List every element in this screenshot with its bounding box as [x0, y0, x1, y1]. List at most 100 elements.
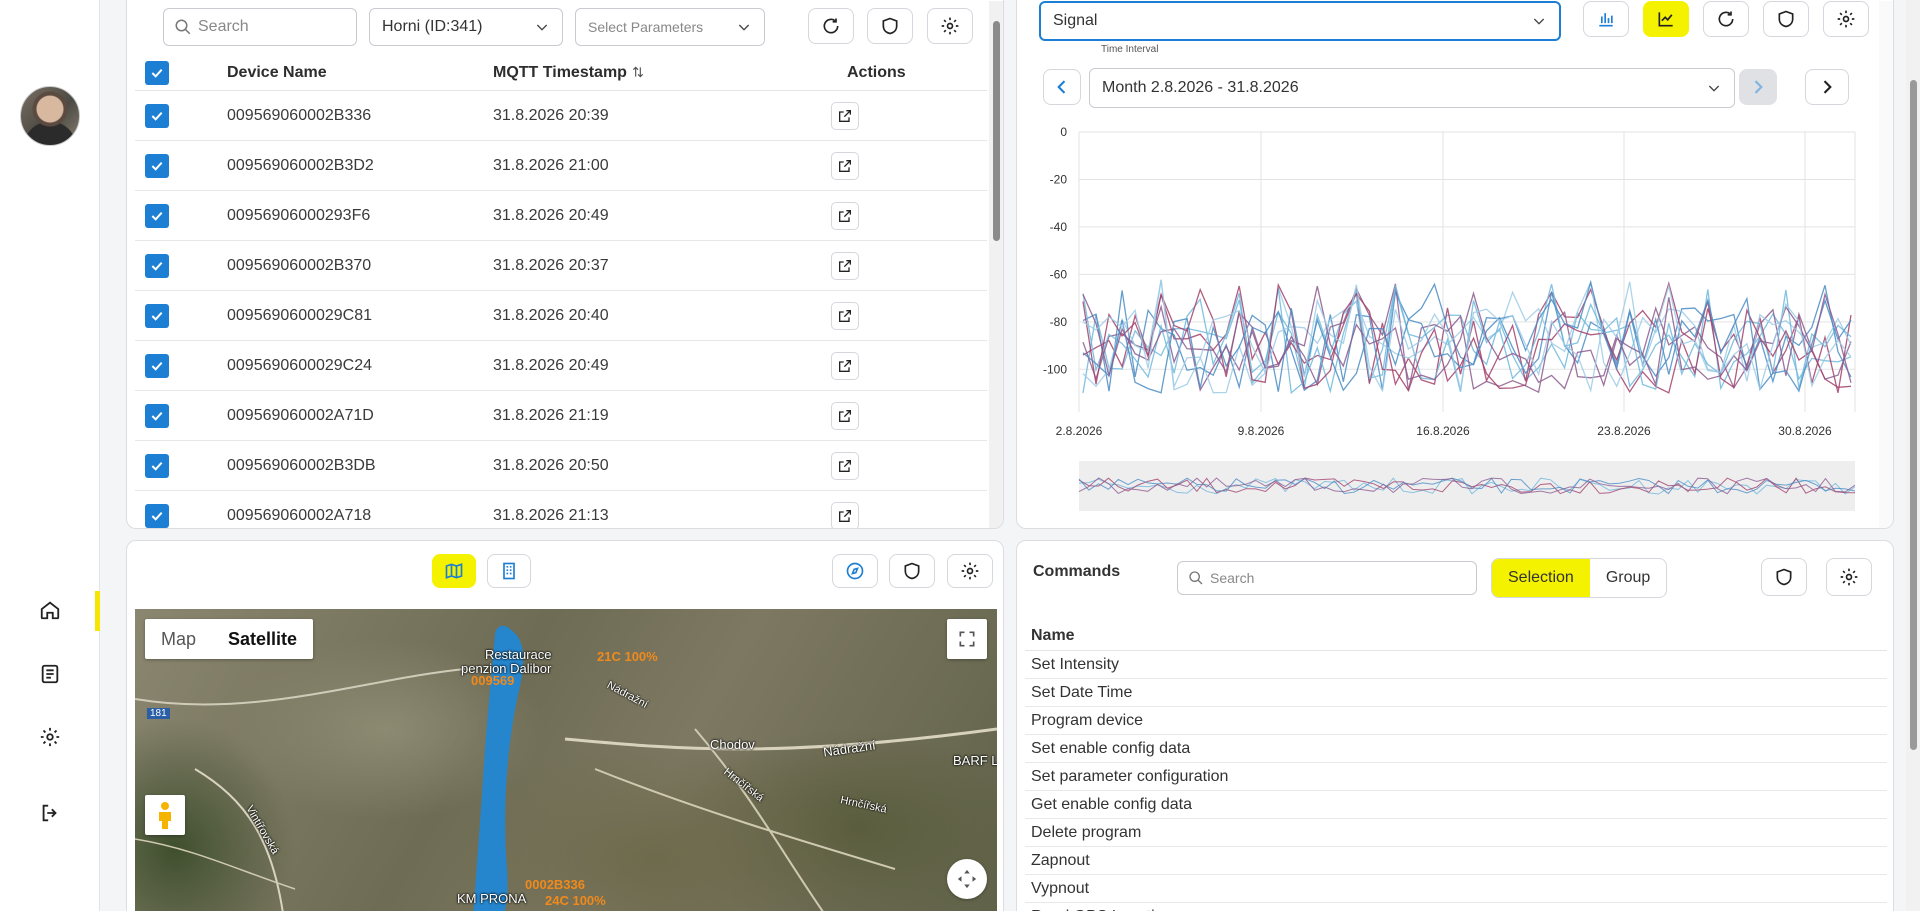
- shield-icon: [882, 17, 898, 35]
- open-device-button[interactable]: [831, 501, 859, 528]
- document-list-icon[interactable]: [36, 660, 64, 688]
- command-item[interactable]: Program device: [1025, 707, 1887, 735]
- open-device-button[interactable]: [831, 401, 859, 430]
- commands-search-placeholder: Search: [1210, 570, 1255, 586]
- y-tick-label: 0: [1060, 125, 1067, 139]
- satellite-map[interactable]: Map Satellite 181 Chodov Nádražní Nádraž…: [135, 609, 997, 911]
- table-row[interactable]: 009569060002B370 31.8.2026 20:37: [135, 241, 987, 291]
- command-item[interactable]: Delete program: [1025, 819, 1887, 847]
- shield-button[interactable]: [889, 554, 935, 588]
- open-device-button[interactable]: [831, 301, 859, 330]
- active-nav-indicator: [95, 591, 100, 631]
- gear-icon[interactable]: [36, 723, 64, 751]
- table-row[interactable]: 009569060002B3D2 31.8.2026 21:00: [135, 141, 987, 191]
- external-link-icon: [839, 209, 851, 222]
- settings-button[interactable]: [1826, 558, 1872, 596]
- column-device-name[interactable]: Device Name: [227, 64, 327, 82]
- satellite-tab[interactable]: Satellite: [212, 619, 313, 659]
- search-icon: [1189, 571, 1203, 585]
- row-checkbox[interactable]: [145, 303, 169, 328]
- check-icon: [151, 211, 163, 221]
- timestamp-cell: 31.8.2026 20:40: [493, 306, 609, 324]
- device-name-cell: 00956906000293F6: [227, 206, 371, 224]
- open-device-button[interactable]: [831, 351, 859, 380]
- column-mqtt-timestamp[interactable]: MQTT Timestamp: [493, 64, 645, 82]
- devices-scrollbar[interactable]: [989, 1, 1003, 528]
- timestamp-cell: 31.8.2026 21:19: [493, 406, 609, 424]
- map-tab[interactable]: Map: [145, 619, 212, 659]
- location-select[interactable]: Horni (ID:341): [369, 8, 563, 46]
- x-tick-label: 9.8.2026: [1238, 424, 1285, 438]
- chart-panel-scrollbar[interactable]: [1879, 1, 1893, 528]
- row-checkbox[interactable]: [145, 253, 169, 278]
- command-item[interactable]: Set Intensity: [1025, 651, 1887, 679]
- building-icon: [503, 562, 515, 580]
- table-row[interactable]: 0095690600029C24 31.8.2026 20:49: [135, 341, 987, 391]
- commands-search-input[interactable]: Search: [1177, 561, 1477, 595]
- row-checkbox[interactable]: [145, 453, 169, 478]
- home-icon[interactable]: [36, 596, 64, 624]
- fullscreen-button[interactable]: [947, 619, 987, 659]
- chevron-down-icon: [536, 24, 548, 31]
- table-row[interactable]: 009569060002A71D 31.8.2026 21:19: [135, 391, 987, 441]
- parameters-select[interactable]: Select Parameters: [575, 8, 765, 46]
- sidebar: [0, 0, 100, 911]
- row-checkbox[interactable]: [145, 353, 169, 378]
- user-avatar[interactable]: [20, 86, 80, 146]
- map-type-toggle: Map Satellite: [145, 619, 314, 659]
- table-row[interactable]: 009569060002A718 31.8.2026 21:13: [135, 491, 987, 528]
- timestamp-cell: 31.8.2026 20:37: [493, 256, 609, 274]
- map-camera-control[interactable]: [947, 859, 987, 899]
- table-row[interactable]: 00956906000293F6 31.8.2026 20:49: [135, 191, 987, 241]
- command-item[interactable]: Set Date Time: [1025, 679, 1887, 707]
- page-scrollbar[interactable]: [1906, 0, 1920, 911]
- table-row[interactable]: 009569060002B3DB 31.8.2026 20:50: [135, 441, 987, 491]
- row-checkbox[interactable]: [145, 153, 169, 178]
- settings-button[interactable]: [947, 554, 993, 588]
- row-checkbox[interactable]: [145, 103, 169, 128]
- street-view-pegman[interactable]: [145, 795, 185, 835]
- command-item[interactable]: Zapnout: [1025, 847, 1887, 875]
- shield-button[interactable]: [867, 8, 913, 44]
- chevron-down-icon: [738, 24, 750, 31]
- open-device-button[interactable]: [831, 451, 859, 480]
- command-item[interactable]: Read GPS Location: [1025, 903, 1887, 911]
- command-item[interactable]: Get enable config data: [1025, 791, 1887, 819]
- table-row[interactable]: 009569060002B336 31.8.2026 20:39: [135, 91, 987, 141]
- open-device-button[interactable]: [831, 201, 859, 230]
- selection-tab[interactable]: Selection: [1492, 559, 1590, 597]
- table-row[interactable]: 0095690600029C81 31.8.2026 20:40: [135, 291, 987, 341]
- building-view-button[interactable]: [487, 554, 531, 588]
- group-tab[interactable]: Group: [1590, 559, 1666, 597]
- map-view-button[interactable]: [432, 554, 476, 588]
- refresh-button[interactable]: [808, 8, 854, 44]
- x-tick-label: 2.8.2026: [1056, 424, 1103, 438]
- devices-scrollbar-thumb[interactable]: [993, 21, 1000, 241]
- devices-table: Device Name MQTT Timestamp Actions 00956…: [135, 55, 987, 528]
- command-item[interactable]: Set enable config data: [1025, 735, 1887, 763]
- compass-button[interactable]: [832, 554, 878, 588]
- timestamp-cell: 31.8.2026 20:50: [493, 456, 609, 474]
- column-mqtt-timestamp-label: MQTT Timestamp: [493, 63, 627, 81]
- timestamp-cell: 31.8.2026 21:13: [493, 506, 609, 524]
- open-device-button[interactable]: [831, 101, 859, 130]
- command-item[interactable]: Vypnout: [1025, 875, 1887, 903]
- row-checkbox[interactable]: [145, 403, 169, 428]
- command-item[interactable]: Set parameter configuration: [1025, 763, 1887, 791]
- open-device-button[interactable]: [831, 251, 859, 280]
- y-tick-label: -100: [1043, 362, 1067, 376]
- commands-list: Name Set Intensity Set Date Time Program d…: [1025, 621, 1887, 911]
- page-scrollbar-thumb[interactable]: [1910, 80, 1917, 750]
- shield-icon: [904, 562, 920, 580]
- timestamp-cell: 31.8.2026 20:49: [493, 206, 609, 224]
- row-checkbox[interactable]: [145, 203, 169, 228]
- select-all-checkbox[interactable]: [145, 60, 169, 85]
- y-tick-label: -20: [1050, 172, 1068, 186]
- shield-button[interactable]: [1761, 558, 1807, 596]
- open-device-button[interactable]: [831, 151, 859, 180]
- settings-button[interactable]: [927, 8, 973, 44]
- device-search-input[interactable]: Search: [163, 8, 357, 46]
- row-checkbox[interactable]: [145, 503, 169, 528]
- logout-icon[interactable]: [36, 799, 64, 827]
- device-name-cell: 009569060002B370: [227, 256, 372, 274]
